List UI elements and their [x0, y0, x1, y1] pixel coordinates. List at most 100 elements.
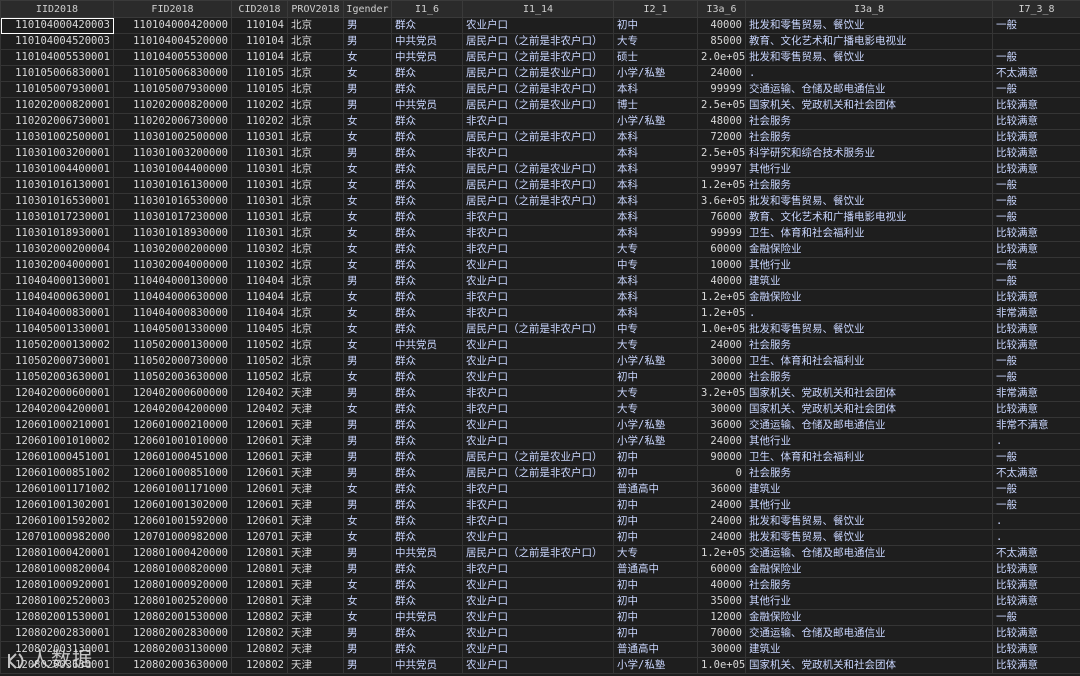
cell-gender[interactable]: 女: [343, 161, 392, 178]
cell-industry[interactable]: 交通运输、仓储及邮电通信业: [745, 625, 993, 642]
table-row[interactable]: 110502000130002 110502000130000 110502 北京女中…: [0, 337, 1080, 354]
cell-political[interactable]: 群众: [391, 593, 463, 610]
cell-prov[interactable]: 北京: [287, 353, 344, 370]
cell-industry[interactable]: 社会服务: [745, 577, 993, 594]
cell-iid[interactable]: 110301016130001: [0, 177, 114, 194]
cell-gender[interactable]: 女: [343, 513, 392, 530]
table-row[interactable]: 120802003630001 120802003630000 120802 天津男中…: [0, 657, 1080, 674]
column-header-igender[interactable]: Igender: [343, 0, 392, 18]
cell-prov[interactable]: 北京: [287, 209, 344, 226]
cell-prov[interactable]: 北京: [287, 337, 344, 354]
cell-hukou[interactable]: 农业户口: [462, 257, 614, 274]
cell-income[interactable]: 1.0e+05: [697, 657, 746, 674]
cell-political[interactable]: 群众: [391, 257, 463, 274]
cell-prov[interactable]: 北京: [287, 145, 344, 162]
cell-cid[interactable]: 120601: [231, 497, 288, 514]
cell-fid[interactable]: 110404000130000: [113, 273, 232, 290]
cell-satisfaction[interactable]: 比较满意: [992, 225, 1080, 242]
cell-hukou[interactable]: 非农户口: [462, 113, 614, 130]
cell-education[interactable]: 初中: [613, 609, 698, 626]
table-row[interactable]: 110301017230001 110301017230000 110301 北京女群…: [0, 209, 1080, 226]
cell-income[interactable]: 70000: [697, 625, 746, 642]
table-row[interactable]: 110105006830001 110105006830000 110105 北京女群…: [0, 65, 1080, 82]
cell-industry[interactable]: 国家机关、党政机关和社会团体: [745, 657, 993, 674]
cell-prov[interactable]: 北京: [287, 65, 344, 82]
cell-fid[interactable]: 120601001302000: [113, 497, 232, 514]
cell-satisfaction[interactable]: 一般: [992, 257, 1080, 274]
cell-cid[interactable]: 110202: [231, 113, 288, 130]
table-row[interactable]: 120802002830001 120802002830000 120802 天津男群…: [0, 625, 1080, 642]
cell-income[interactable]: 20000: [697, 369, 746, 386]
cell-hukou[interactable]: 居民户口（之前是非农户口）: [462, 81, 614, 98]
table-row[interactable]: 110301004400001 110301004400000 110301 北京女群…: [0, 161, 1080, 178]
cell-hukou[interactable]: 居民户口（之前是非农户口）: [462, 193, 614, 210]
cell-fid[interactable]: 120601000210000: [113, 417, 232, 434]
cell-education[interactable]: 大专: [613, 401, 698, 418]
cell-hukou[interactable]: 农业户口: [462, 417, 614, 434]
cell-gender[interactable]: 男: [343, 145, 392, 162]
cell-gender[interactable]: 男: [343, 97, 392, 114]
cell-education[interactable]: 中专: [613, 321, 698, 338]
cell-gender[interactable]: 女: [343, 305, 392, 322]
cell-political[interactable]: 群众: [391, 561, 463, 578]
cell-fid[interactable]: 110404000830000: [113, 305, 232, 322]
cell-income[interactable]: 85000: [697, 33, 746, 50]
cell-hukou[interactable]: 农业户口: [462, 529, 614, 546]
cell-income[interactable]: 72000: [697, 129, 746, 146]
cell-iid[interactable]: 110301016530001: [0, 193, 114, 210]
cell-gender[interactable]: 女: [343, 321, 392, 338]
table-row[interactable]: 120601000451001 120601000451000 120601 天津男群…: [0, 449, 1080, 466]
cell-prov[interactable]: 天津: [287, 417, 344, 434]
cell-fid[interactable]: 110104004520000: [113, 33, 232, 50]
cell-prov[interactable]: 北京: [287, 177, 344, 194]
table-row[interactable]: 110302000200004 110302000200000 110302 北京女群…: [0, 241, 1080, 258]
cell-iid[interactable]: 120601001592002: [0, 513, 114, 530]
table-row[interactable]: 110405001330001 110405001330000 110405 北京女群…: [0, 321, 1080, 338]
table-row[interactable]: 110202006730001 110202006730000 110202 北京女群…: [0, 113, 1080, 130]
cell-fid[interactable]: 120802003130000: [113, 641, 232, 658]
cell-cid[interactable]: 110301: [231, 145, 288, 162]
cell-iid[interactable]: 120601001171002: [0, 481, 114, 498]
cell-income[interactable]: 1.2e+05: [697, 177, 746, 194]
cell-fid[interactable]: 120601001010000: [113, 433, 232, 450]
cell-hukou[interactable]: 非农户口: [462, 481, 614, 498]
cell-income[interactable]: 3.6e+05: [697, 193, 746, 210]
cell-education[interactable]: 初中: [613, 577, 698, 594]
cell-political[interactable]: 群众: [391, 65, 463, 82]
cell-prov[interactable]: 天津: [287, 561, 344, 578]
cell-prov[interactable]: 北京: [287, 321, 344, 338]
cell-prov[interactable]: 北京: [287, 305, 344, 322]
cell-iid[interactable]: 120402004200001: [0, 401, 114, 418]
cell-hukou[interactable]: 非农户口: [462, 305, 614, 322]
cell-iid[interactable]: 120801000920001: [0, 577, 114, 594]
cell-fid[interactable]: 120601001592000: [113, 513, 232, 530]
cell-gender[interactable]: 男: [343, 385, 392, 402]
cell-iid[interactable]: 110404000630001: [0, 289, 114, 306]
cell-political[interactable]: 群众: [391, 17, 463, 34]
cell-hukou[interactable]: 居民户口（之前是农业户口）: [462, 449, 614, 466]
cell-political[interactable]: 群众: [391, 481, 463, 498]
cell-cid[interactable]: 110404: [231, 305, 288, 322]
cell-political[interactable]: 群众: [391, 385, 463, 402]
cell-iid[interactable]: 110405001330001: [0, 321, 114, 338]
cell-satisfaction[interactable]: 比较满意: [992, 577, 1080, 594]
cell-hukou[interactable]: 非农户口: [462, 497, 614, 514]
cell-satisfaction[interactable]: 比较满意: [992, 625, 1080, 642]
table-row[interactable]: 110502003630001 110502003630000 110502 北京女群…: [0, 369, 1080, 386]
cell-satisfaction[interactable]: 一般: [992, 17, 1080, 34]
cell-cid[interactable]: 120601: [231, 449, 288, 466]
cell-education[interactable]: 本科: [613, 145, 698, 162]
cell-iid[interactable]: 110104005530001: [0, 49, 114, 66]
cell-industry[interactable]: 批发和零售贸易、餐饮业: [745, 513, 993, 530]
table-row[interactable]: 110404000830001 110404000830000 110404 北京女群…: [0, 305, 1080, 322]
cell-political[interactable]: 群众: [391, 161, 463, 178]
cell-political[interactable]: 群众: [391, 113, 463, 130]
cell-gender[interactable]: 女: [343, 209, 392, 226]
cell-prov[interactable]: 天津: [287, 401, 344, 418]
cell-industry[interactable]: 卫生、体育和社会福利业: [745, 449, 993, 466]
cell-fid[interactable]: 120601000451000: [113, 449, 232, 466]
cell-iid[interactable]: 110105006830001: [0, 65, 114, 82]
cell-fid[interactable]: 110301016530000: [113, 193, 232, 210]
cell-income[interactable]: 1.0e+05: [697, 321, 746, 338]
cell-prov[interactable]: 天津: [287, 625, 344, 642]
